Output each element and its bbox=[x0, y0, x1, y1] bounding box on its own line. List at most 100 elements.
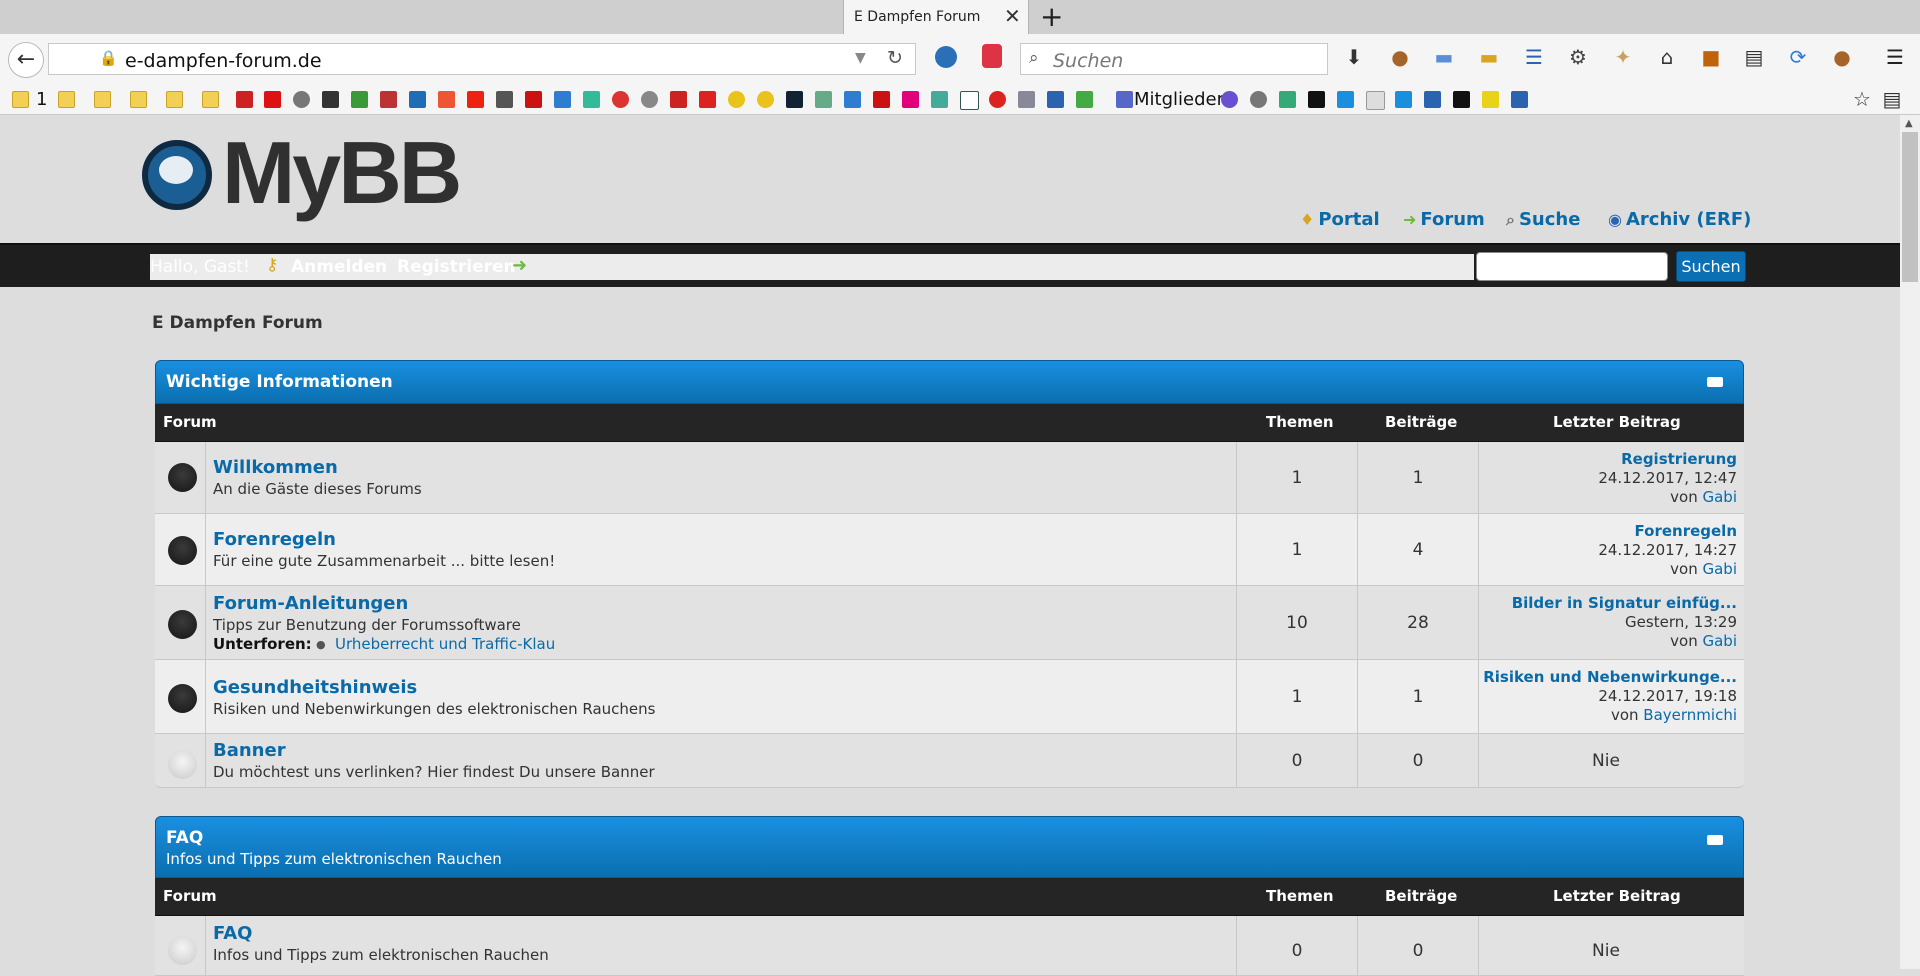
bookmark-folder-icon[interactable] bbox=[94, 91, 111, 108]
bookmark-camera-icon[interactable] bbox=[1308, 91, 1325, 108]
active-tab[interactable]: E Dampfen Forum ✕ bbox=[843, 0, 1029, 34]
last-post-title[interactable]: Registrierung bbox=[1598, 450, 1737, 469]
bookmark-icon[interactable] bbox=[989, 91, 1006, 108]
screenshot-icon[interactable]: ■ bbox=[1700, 46, 1722, 68]
breadcrumb[interactable]: E Dampfen Forum bbox=[152, 313, 323, 333]
nav-portal[interactable]: ♦ Portal bbox=[1300, 209, 1380, 230]
last-post-title[interactable]: Risiken und Nebenwirkunge... bbox=[1483, 668, 1737, 687]
bookmark-download-icon[interactable] bbox=[351, 91, 368, 108]
bookmark-smiley-icon[interactable] bbox=[728, 91, 745, 108]
bookmark-icon[interactable] bbox=[931, 91, 948, 108]
site-logo[interactable]: MyBB bbox=[222, 122, 462, 224]
subforum-link[interactable]: Urheberrecht und Traffic-Klau bbox=[335, 635, 555, 653]
bookmark-icon[interactable] bbox=[670, 91, 687, 108]
url-dropdown-icon[interactable]: ▼ bbox=[855, 50, 866, 66]
extension-shield-icon[interactable] bbox=[982, 44, 1002, 68]
url-text[interactable]: e-dampfen-forum.de bbox=[125, 50, 322, 72]
forum-name[interactable]: Forum-Anleitungen bbox=[213, 593, 408, 614]
category-title[interactable]: FAQ bbox=[166, 828, 203, 848]
reload-icon[interactable]: ↻ bbox=[887, 47, 903, 69]
category-title[interactable]: Wichtige Informationen bbox=[166, 372, 393, 392]
bookmark-icon[interactable] bbox=[1250, 91, 1267, 108]
bookmark-puzzle-icon[interactable] bbox=[1047, 91, 1064, 108]
broom-icon[interactable]: ✦ bbox=[1612, 46, 1634, 68]
browser-search-input[interactable]: ⌕ Suchen bbox=[1020, 43, 1328, 75]
nav-suche[interactable]: ⌕ Suche bbox=[1506, 209, 1580, 230]
bookmark-folder-icon[interactable] bbox=[12, 91, 29, 108]
forum-name[interactable]: FAQ bbox=[213, 923, 252, 944]
mybb-logo-icon[interactable] bbox=[142, 140, 212, 210]
last-post-user[interactable]: Bayernmichi bbox=[1643, 706, 1737, 724]
bookmark-icon[interactable] bbox=[1366, 91, 1385, 110]
bookmark-j-icon[interactable] bbox=[1453, 91, 1470, 108]
bookmark-icon[interactable] bbox=[409, 91, 426, 108]
bookmark-icon[interactable] bbox=[612, 91, 629, 108]
folder-icon[interactable]: ▬ bbox=[1433, 46, 1455, 68]
bookmark-icon[interactable] bbox=[293, 91, 310, 108]
last-post-title[interactable]: Forenregeln bbox=[1598, 522, 1738, 541]
bookmark-rocket-icon[interactable] bbox=[554, 91, 571, 108]
download-icon[interactable]: ⬇ bbox=[1343, 46, 1365, 68]
login-link[interactable]: Anmelden bbox=[291, 257, 387, 277]
bookmark-icon[interactable] bbox=[699, 91, 716, 108]
bookmark-members-icon[interactable] bbox=[1116, 91, 1133, 108]
bookmark-icon[interactable] bbox=[815, 91, 832, 108]
url-bar[interactable]: 🔒 e-dampfen-forum.de ▼ ↻ bbox=[48, 43, 916, 75]
collapse-icon[interactable] bbox=[1707, 377, 1723, 387]
bookmark-folder-icon[interactable] bbox=[130, 91, 147, 108]
bookmark-p-icon[interactable] bbox=[960, 91, 979, 110]
open-folder-icon[interactable]: ▬ bbox=[1478, 46, 1500, 68]
bookmark-icon[interactable] bbox=[786, 91, 803, 108]
bookmark-bz-icon[interactable] bbox=[236, 91, 253, 108]
bookmark-mitglieder[interactable]: Mitglieder bbox=[1134, 89, 1224, 110]
back-icon[interactable]: ← bbox=[8, 42, 44, 78]
bookmark-star-icon[interactable]: ☆ bbox=[1851, 88, 1873, 110]
insecure-lock-icon[interactable]: 🔒 bbox=[99, 49, 118, 67]
close-tab-icon[interactable]: ✕ bbox=[1004, 4, 1021, 28]
bookmark-icon[interactable] bbox=[1221, 91, 1238, 108]
sync-icon[interactable]: ⟳ bbox=[1787, 46, 1809, 68]
bookmark-icon[interactable] bbox=[583, 91, 600, 108]
new-tab-icon[interactable]: + bbox=[1040, 0, 1063, 33]
register-link[interactable]: Registrieren bbox=[397, 257, 516, 277]
bookmark-folder-count[interactable]: 1 bbox=[36, 89, 47, 110]
bookmark-smiley-icon[interactable] bbox=[757, 91, 774, 108]
bookmark-icon[interactable] bbox=[380, 91, 397, 108]
bookmark-windows-icon[interactable] bbox=[1337, 91, 1354, 108]
stack-icon[interactable]: ▤ bbox=[1743, 46, 1765, 68]
forum-name[interactable]: Gesundheitshinweis bbox=[213, 677, 417, 698]
bookmark-sparkasse-icon[interactable] bbox=[467, 91, 484, 108]
nav-forum[interactable]: ➜ Forum bbox=[1403, 209, 1485, 230]
home-icon[interactable]: ⌂ bbox=[1656, 46, 1678, 68]
search-button[interactable]: Suchen bbox=[1676, 251, 1746, 282]
bookmark-icon[interactable] bbox=[1076, 91, 1093, 108]
forum-name[interactable]: Banner bbox=[213, 740, 286, 761]
bookmark-icon[interactable] bbox=[1018, 91, 1035, 108]
nav-archiv[interactable]: ◉ Archiv (ERF) bbox=[1608, 209, 1751, 230]
bookmark-play-icon[interactable] bbox=[1279, 91, 1296, 108]
collapse-icon[interactable] bbox=[1707, 835, 1723, 845]
bookmark-telekom-icon[interactable] bbox=[902, 91, 919, 108]
bookmark-star-icon[interactable] bbox=[525, 91, 542, 108]
forum-name[interactable]: Willkommen bbox=[213, 457, 338, 478]
greasemonkey-icon[interactable]: ● bbox=[1831, 46, 1853, 68]
monkey-icon[interactable]: ● bbox=[1389, 46, 1411, 68]
reading-list-icon[interactable]: ▤ bbox=[1881, 88, 1903, 110]
bookmark-youtube-icon[interactable] bbox=[264, 91, 281, 108]
bookmark-gmx-icon[interactable] bbox=[322, 91, 339, 108]
last-post-title[interactable]: Bilder in Signatur einfüg... bbox=[1512, 594, 1737, 613]
list-icon[interactable]: ☰ bbox=[1523, 46, 1545, 68]
bookmark-folder-icon[interactable] bbox=[202, 91, 219, 108]
gear-icon[interactable]: ⚙ bbox=[1567, 46, 1589, 68]
bookmark-icon[interactable] bbox=[641, 91, 658, 108]
last-post-user[interactable]: Gabi bbox=[1702, 560, 1737, 578]
scroll-up-icon[interactable]: ▲ bbox=[1905, 118, 1913, 129]
bookmark-b64-icon[interactable] bbox=[1482, 91, 1499, 108]
bookmark-folder-icon[interactable] bbox=[166, 91, 183, 108]
bookmark-icon[interactable] bbox=[873, 91, 890, 108]
forum-name[interactable]: Forenregeln bbox=[213, 529, 336, 550]
bookmark-icon[interactable] bbox=[1511, 91, 1528, 108]
bookmark-icon[interactable] bbox=[1424, 91, 1441, 108]
bookmark-icon[interactable] bbox=[496, 91, 513, 108]
extension-globe-icon[interactable] bbox=[935, 46, 957, 68]
